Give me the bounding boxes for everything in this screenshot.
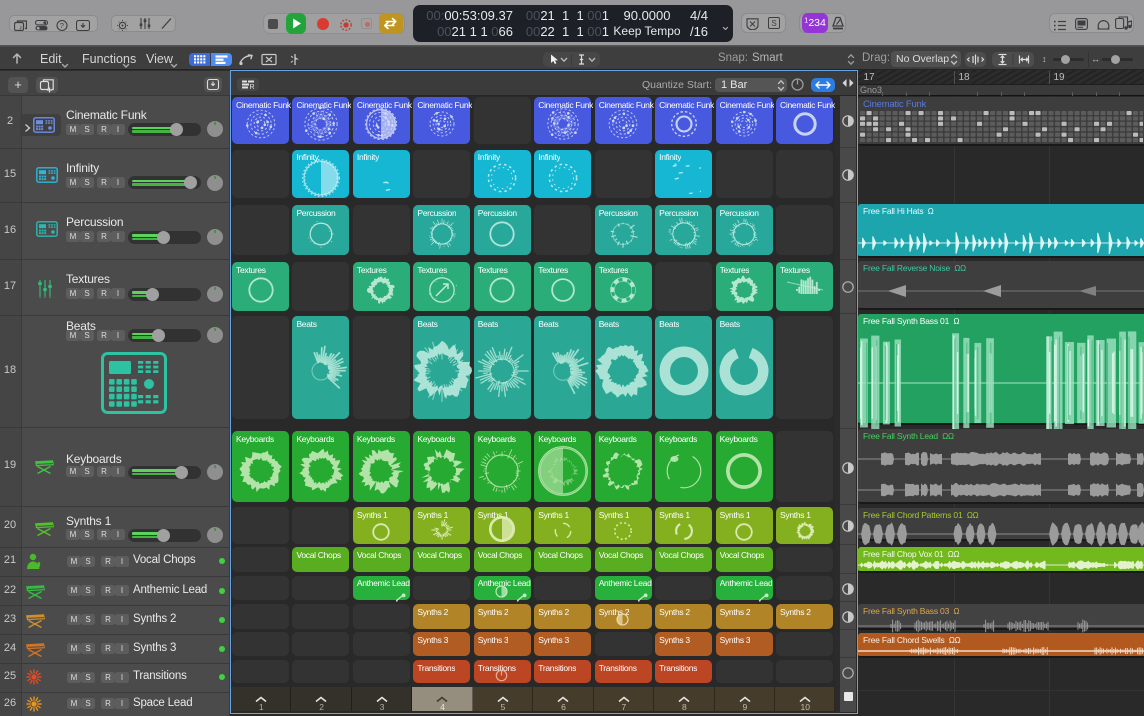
svg-text:R: R [250,84,255,91]
svg-text:?: ? [60,21,64,30]
svg-text:♪: ♪ [19,25,23,32]
